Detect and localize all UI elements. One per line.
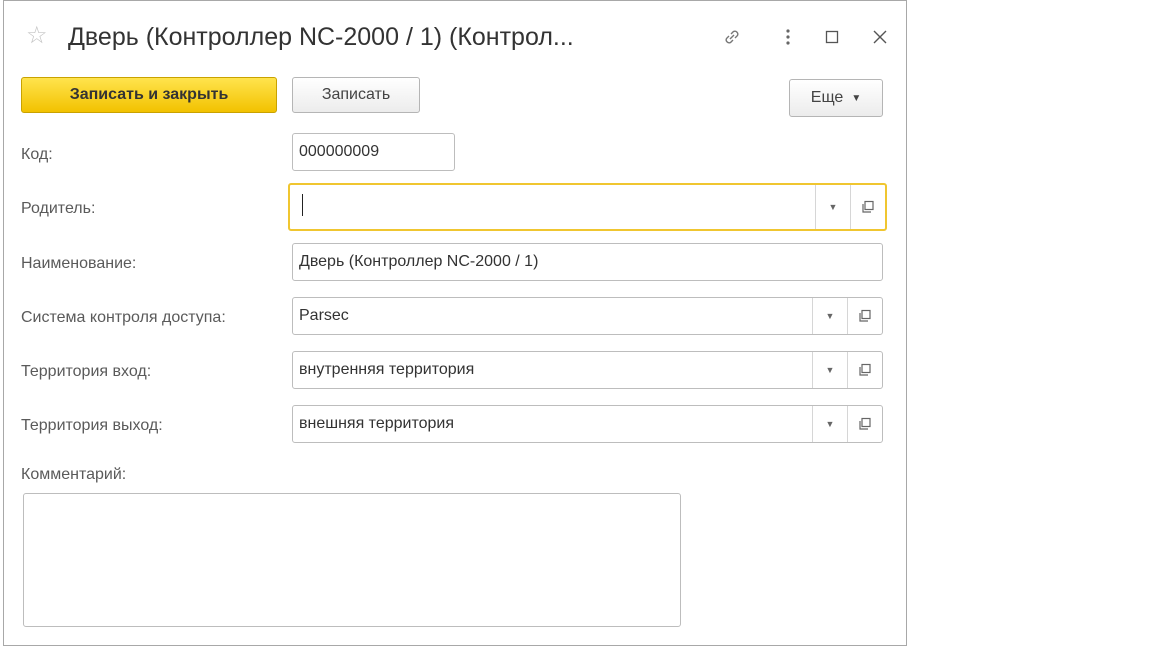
code-input[interactable]: 000000009: [292, 133, 455, 171]
link-icon[interactable]: [718, 23, 746, 51]
code-value: 000000009: [299, 143, 380, 160]
dropdown-arrow-icon[interactable]: ▼: [813, 365, 847, 375]
name-input[interactable]: Дверь (Контроллер NC-2000 / 1): [292, 243, 883, 281]
more-vertical-icon[interactable]: [774, 23, 802, 51]
territory-out-value: внешняя территория: [299, 415, 455, 432]
dropdown-arrow-icon[interactable]: ▼: [816, 202, 850, 212]
save-button[interactable]: Записать: [292, 77, 420, 113]
parent-value: [296, 193, 815, 221]
code-label: Код:: [21, 146, 53, 163]
comment-label: Комментарий:: [21, 466, 127, 483]
territory-in-label: Территория вход:: [21, 363, 152, 380]
window-title: Дверь (Контроллер NC-2000 / 1) (Контрол.…: [68, 23, 574, 51]
close-icon[interactable]: [866, 23, 894, 51]
dropdown-arrow-icon[interactable]: ▼: [813, 311, 847, 321]
comment-textarea[interactable]: [23, 493, 681, 627]
caret-down-icon: ▼: [851, 92, 862, 104]
text-cursor: [302, 193, 303, 216]
parent-field[interactable]: ▼: [288, 183, 887, 231]
open-icon[interactable]: [848, 363, 882, 377]
territory-out-field[interactable]: внешняя территория ▼: [292, 405, 883, 443]
territory-in-value: внутренняя территория: [299, 361, 475, 378]
territory-out-label: Территория выход:: [21, 417, 163, 434]
parent-label: Родитель:: [21, 200, 96, 217]
form-window: ☆ Дверь (Контроллер NC-2000 / 1) (Контро…: [3, 0, 907, 646]
name-label: Наименование:: [21, 255, 137, 272]
more-button-label: Еще: [810, 89, 844, 106]
access-system-value: Parsec: [299, 307, 349, 324]
dropdown-arrow-icon[interactable]: ▼: [813, 419, 847, 429]
save-and-close-button[interactable]: Записать и закрыть: [21, 77, 277, 113]
access-system-field[interactable]: Parsec ▼: [292, 297, 883, 335]
title-bar: ☆ Дверь (Контроллер NC-2000 / 1) (Контро…: [4, 1, 906, 73]
access-system-label: Система контроля доступа:: [21, 309, 226, 326]
more-button[interactable]: Еще ▼: [789, 79, 883, 117]
open-icon[interactable]: [851, 200, 885, 214]
star-icon[interactable]: ☆: [26, 23, 48, 49]
territory-in-field[interactable]: внутренняя территория ▼: [292, 351, 883, 389]
open-icon[interactable]: [848, 417, 882, 431]
name-value: Дверь (Контроллер NC-2000 / 1): [299, 253, 539, 270]
maximize-icon[interactable]: [818, 23, 846, 51]
open-icon[interactable]: [848, 309, 882, 323]
